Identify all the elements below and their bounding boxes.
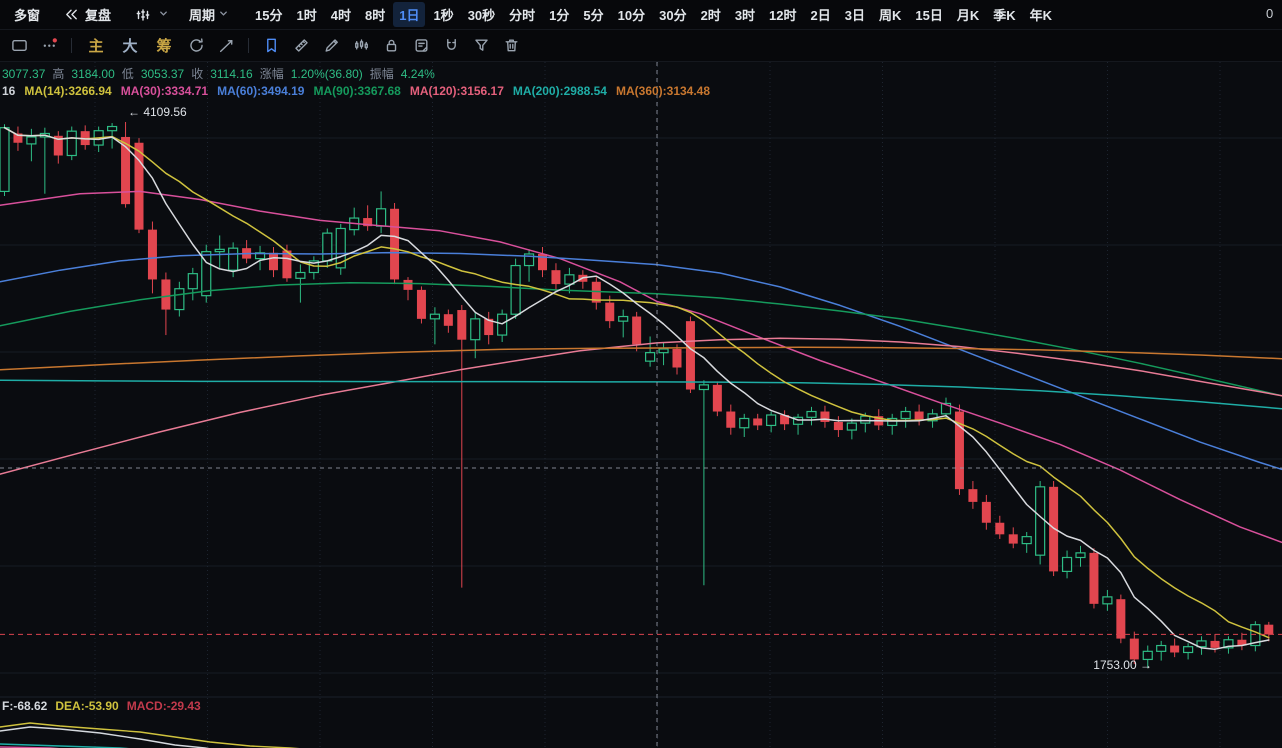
period-toolbar: 多窗 复盘 周期 15分 1时 4时 8时 1日 1秒 30秒 分时 1分 5分 10分 30分 2时 3… [0, 0, 1282, 30]
chevron-down-icon [158, 7, 169, 22]
period-button-10分[interactable]: 10分 [612, 2, 651, 27]
replay-label: 复盘 [85, 8, 112, 23]
multi-window-label: 多窗 [14, 8, 41, 23]
period-button-1秒[interactable]: 1秒 [427, 2, 459, 27]
replay-button[interactable]: 复盘 [60, 3, 111, 27]
main-chart-button[interactable]: 主 [83, 34, 109, 58]
period-button-3日[interactable]: 3日 [839, 2, 871, 27]
period-button-4时[interactable]: 4时 [325, 2, 357, 27]
candlestick-chart[interactable] [0, 0, 1282, 748]
period-button-1分[interactable]: 1分 [543, 2, 575, 27]
filter-icon[interactable] [469, 34, 493, 58]
trend-line-icon[interactable] [214, 34, 238, 58]
replay-icon[interactable] [184, 34, 208, 58]
candle-style-dropdown[interactable] [131, 3, 169, 27]
pattern-icon[interactable] [349, 34, 373, 58]
magnet-icon[interactable] [439, 34, 463, 58]
period-button-月K[interactable]: 月K [951, 2, 985, 27]
period-button-15分[interactable]: 15分 [249, 2, 288, 27]
period-button-季K[interactable]: 季K [987, 2, 1021, 27]
window-icon[interactable] [7, 34, 31, 58]
trash-icon[interactable] [499, 34, 523, 58]
period-button-8时[interactable]: 8时 [359, 2, 391, 27]
period-button-5分[interactable]: 5分 [577, 2, 609, 27]
period-button-分时[interactable]: 分时 [503, 2, 541, 27]
toolbar-divider [248, 38, 249, 53]
period-button-1时[interactable]: 1时 [291, 2, 323, 27]
trading-app: 多窗 复盘 周期 15分 1时 4时 8时 1日 1秒 30秒 分时 1分 5分 10分 30分 2时 3… [0, 0, 1282, 748]
chevron-down-icon [218, 7, 229, 22]
draw-pen-icon[interactable] [319, 34, 343, 58]
toolbar-divider [71, 38, 72, 53]
big-chart-button[interactable]: 大 [117, 34, 143, 58]
multi-window-button[interactable]: 多窗 [14, 5, 40, 24]
period-button-list: 15分 1时 4时 8时 1日 1秒 30秒 分时 1分 5分 10分 30分 2时 3时 12时 2日 3日周… [249, 2, 1060, 27]
period-button-1日[interactable]: 1日 [393, 2, 426, 27]
period-menu-button[interactable]: 周期 [189, 5, 229, 24]
period-button-2时[interactable]: 2时 [695, 2, 727, 27]
chips-button[interactable]: 筹 [151, 34, 177, 58]
period-button-2日[interactable]: 2日 [805, 2, 837, 27]
lock-icon[interactable] [379, 34, 403, 58]
drawing-toolbar: 主大筹 [0, 30, 1282, 62]
period-button-30秒[interactable]: 30秒 [462, 2, 501, 27]
note-icon[interactable] [409, 34, 433, 58]
period-menu-label: 周期 [189, 8, 216, 23]
candle-style-icon [134, 3, 152, 27]
more-icon[interactable] [37, 34, 61, 58]
period-button-3时[interactable]: 3时 [729, 2, 761, 27]
period-button-12时[interactable]: 12时 [763, 2, 802, 27]
rewind-icon [63, 3, 79, 27]
period-button-周K[interactable]: 周K [873, 2, 907, 27]
ruler-icon[interactable] [289, 34, 313, 58]
period-button-30分[interactable]: 30分 [653, 2, 692, 27]
period-button-15日[interactable]: 15日 [909, 2, 948, 27]
bookmark-icon[interactable] [259, 34, 283, 58]
period-button-年K[interactable]: 年K [1024, 2, 1058, 27]
